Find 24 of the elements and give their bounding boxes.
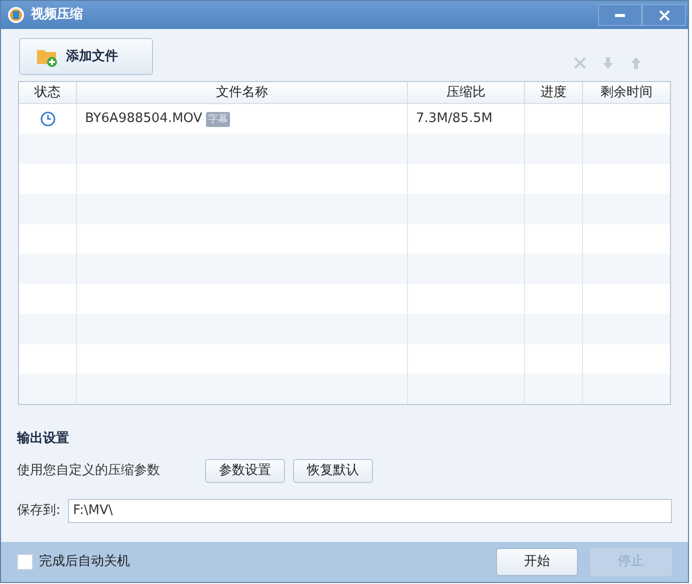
restore-defaults-button[interactable]: 恢复默认: [293, 458, 373, 482]
save-path-field[interactable]: F:\MV\: [68, 498, 672, 522]
minimize-icon: [615, 14, 625, 16]
column-header[interactable]: 状态: [19, 82, 77, 103]
parameter-settings-button[interactable]: 参数设置: [205, 458, 285, 482]
start-button[interactable]: 开始: [496, 548, 578, 576]
column-header[interactable]: 文件名称: [77, 82, 408, 103]
file-name: BY6A988504.MOV: [85, 110, 202, 128]
ratio-cell-text: 7.3M/85.5M: [416, 110, 492, 128]
save-to-label: 保存到:: [17, 502, 62, 520]
auto-shutdown-checkbox[interactable]: 完成后自动关机: [17, 552, 130, 572]
subtitle-tag: 字幕: [206, 112, 230, 126]
clock-icon: [40, 111, 56, 127]
column-header[interactable]: 剩余时间: [583, 82, 670, 103]
close-button[interactable]: [642, 4, 686, 26]
column-header[interactable]: 进度: [525, 82, 583, 103]
close-icon: [658, 10, 670, 20]
add-file-button[interactable]: 添加文件: [19, 38, 153, 75]
settings-description: 使用您自定义的压缩参数: [17, 462, 161, 480]
minimize-button[interactable]: [598, 4, 642, 26]
column-header[interactable]: 压缩比: [408, 82, 525, 103]
app-logo-icon: [7, 6, 25, 24]
output-settings-heading: 输出设置: [17, 430, 70, 448]
window-title: 视频压缩: [31, 6, 83, 24]
